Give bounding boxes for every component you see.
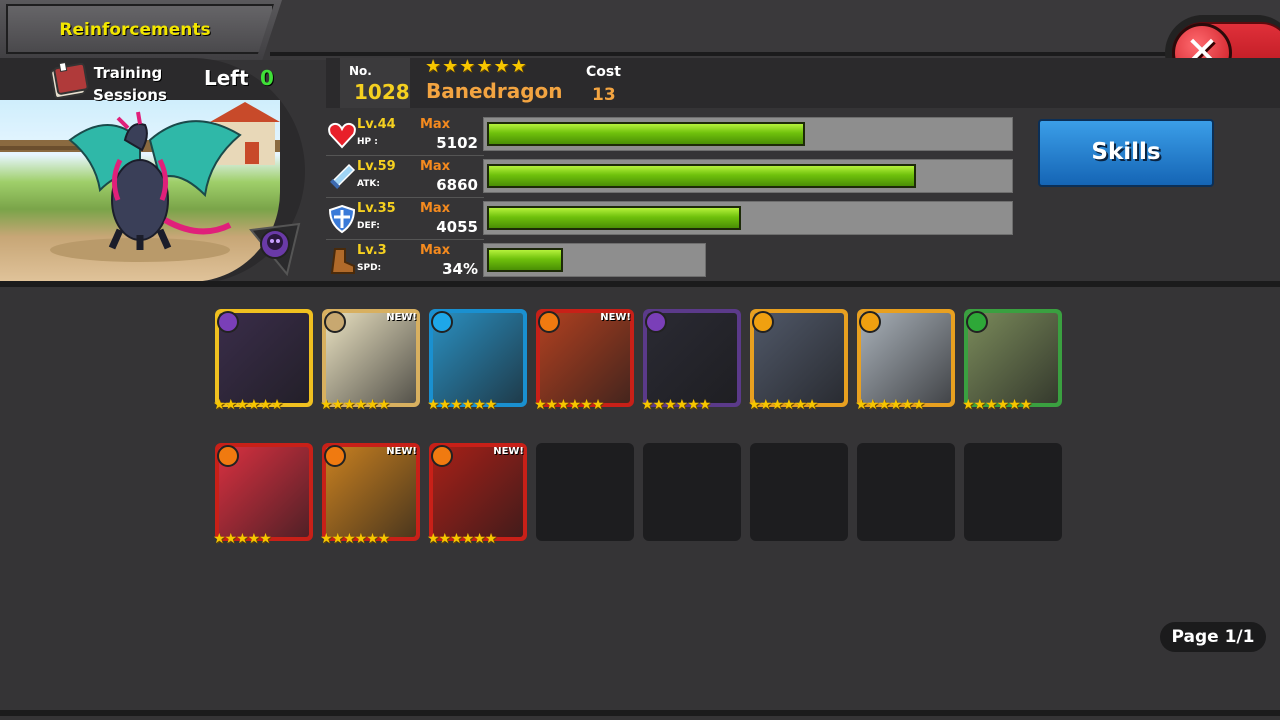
new-badge: NEW!	[386, 446, 417, 457]
card-stars: ★★★★★★	[748, 397, 818, 413]
dark-element-icon	[217, 311, 239, 333]
fire-element-icon	[217, 445, 239, 467]
training-label-line1: Training	[93, 64, 163, 82]
card-stars: ★★★★★★	[534, 397, 604, 413]
unit-number-label: No.	[349, 64, 372, 78]
light-element-icon	[324, 311, 346, 333]
card-stars: ★★★★★★	[641, 397, 711, 413]
card-stars: ★★★★★★	[855, 397, 925, 413]
unit-number-value: 1028	[354, 80, 410, 104]
card-stars: ★★★★★★	[427, 531, 497, 547]
stat-value: 4055	[436, 218, 478, 236]
unit-card-thunder[interactable]	[857, 309, 955, 407]
dragon-illustration	[0, 102, 280, 262]
training-label-line2: Sessions	[93, 86, 167, 104]
fire-element-icon	[431, 445, 453, 467]
stat-level: Lv.3	[357, 243, 387, 258]
stat-max-label: Max	[420, 201, 451, 216]
stat-bar-track	[483, 243, 706, 277]
cost-label: Cost	[586, 64, 621, 80]
stat-name: ATK:	[357, 179, 380, 189]
new-badge: NEW!	[600, 312, 631, 323]
card-stars: ★★★★★	[213, 531, 272, 547]
card-stars: ★★★★★★	[320, 397, 390, 413]
stat-bar-fill	[487, 248, 563, 272]
stat-name: HP :	[357, 137, 378, 147]
page-title: Reinforcements	[59, 20, 211, 40]
thunder-element-icon	[752, 311, 774, 333]
bottom-divider	[0, 710, 1280, 716]
stat-max-label: Max	[420, 117, 451, 132]
section-divider	[0, 281, 1280, 287]
sword-icon	[330, 163, 356, 189]
unit-card-thunder[interactable]	[750, 309, 848, 407]
sessions-left-value: 0	[260, 66, 274, 90]
empty-card-slot	[857, 443, 955, 541]
book-icon	[50, 62, 89, 99]
new-badge: NEW!	[386, 312, 417, 323]
empty-card-slot	[643, 443, 741, 541]
stat-level: Lv.44	[357, 117, 396, 132]
unit-card-fire[interactable]	[215, 443, 313, 541]
unit-card-dark[interactable]	[643, 309, 741, 407]
unit-card-fire[interactable]: NEW!	[322, 443, 420, 541]
unit-rarity-stars: ★★★★★★	[425, 56, 528, 77]
stat-name: DEF:	[357, 221, 380, 231]
boot-icon	[330, 248, 355, 274]
stat-bar-fill	[487, 206, 741, 230]
card-stars: ★★★★★★	[962, 397, 1032, 413]
card-stars: ★★★★★★	[427, 397, 497, 413]
card-stars: ★★★★★★	[320, 531, 390, 547]
skills-button[interactable]: Skills	[1038, 119, 1214, 187]
fire-element-icon	[324, 445, 346, 467]
sessions-left-label: Left	[204, 66, 249, 90]
fire-element-icon	[538, 311, 560, 333]
empty-card-slot	[536, 443, 634, 541]
unit-card-light[interactable]: NEW!	[322, 309, 420, 407]
new-badge: NEW!	[493, 446, 524, 457]
training-sessions-label: Training Sessions	[93, 62, 167, 106]
empty-card-slot	[750, 443, 848, 541]
unit-card-dark[interactable]	[215, 309, 313, 407]
cost-value: 13	[592, 85, 616, 105]
stat-value: 5102	[436, 134, 478, 152]
unit-card-water[interactable]	[429, 309, 527, 407]
stat-level: Lv.59	[357, 159, 396, 174]
stat-bar-track	[483, 201, 1013, 235]
earth-element-icon	[966, 311, 988, 333]
unit-card-earth[interactable]	[964, 309, 1062, 407]
stat-level: Lv.35	[357, 201, 396, 216]
dark-element-icon	[645, 311, 667, 333]
stat-name: SPD:	[357, 263, 382, 273]
stat-divider	[326, 197, 484, 198]
page-indicator: Page 1/1	[1160, 622, 1266, 652]
stat-bar-fill	[487, 122, 805, 146]
stat-value: 34%	[442, 260, 478, 278]
shield-icon	[328, 204, 356, 234]
stat-bar-track	[483, 117, 1013, 151]
unit-card-fire[interactable]: NEW!	[536, 309, 634, 407]
heart-icon	[328, 122, 356, 149]
stat-max-label: Max	[420, 159, 451, 174]
stat-value: 6860	[436, 176, 478, 194]
unit-name: Banedragon	[426, 79, 563, 103]
water-element-icon	[431, 311, 453, 333]
empty-card-slot	[964, 443, 1062, 541]
stat-bar-track	[483, 159, 1013, 193]
thunder-element-icon	[859, 311, 881, 333]
unit-card-fire[interactable]: NEW!	[429, 443, 527, 541]
stat-bar-fill	[487, 164, 916, 188]
dark-element-icon	[249, 222, 301, 276]
unit-portrait	[0, 100, 280, 282]
top-divider	[270, 52, 1280, 56]
card-stars: ★★★★★★	[213, 397, 283, 413]
stat-max-label: Max	[420, 243, 451, 258]
stat-divider	[326, 155, 484, 156]
stat-divider	[326, 239, 484, 240]
